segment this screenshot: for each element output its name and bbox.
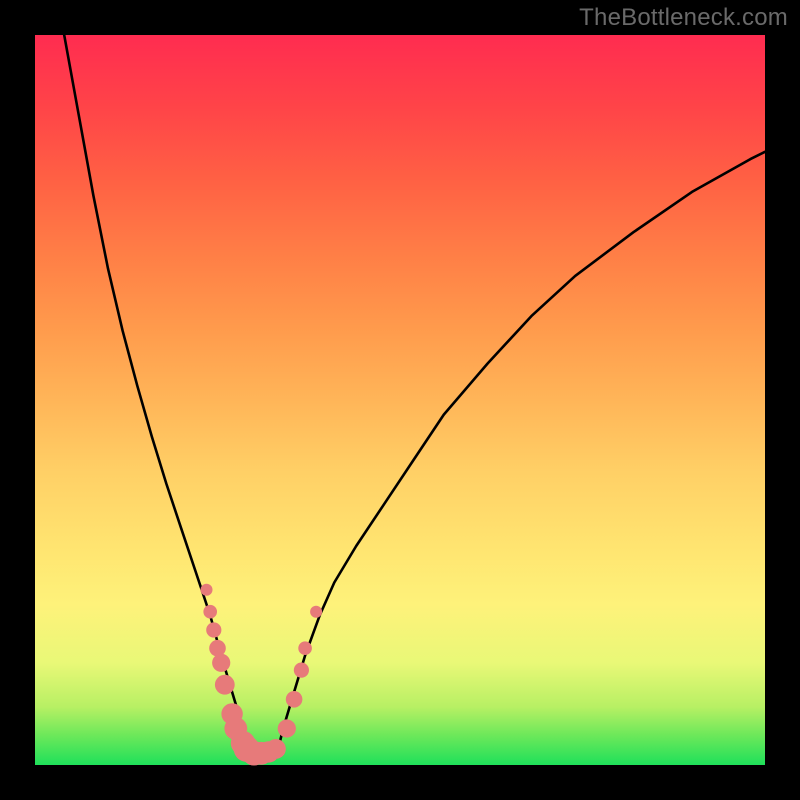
chart-plot-area (35, 35, 765, 765)
marker-dot (294, 663, 309, 678)
marker-dot (310, 606, 322, 618)
marker-dot (298, 641, 312, 655)
chart-frame: TheBottleneck.com (0, 0, 800, 800)
marker-dot (201, 584, 213, 596)
chart-markers (201, 584, 323, 766)
marker-dot (215, 675, 235, 695)
marker-dot (266, 739, 286, 759)
marker-dot (278, 719, 296, 737)
chart-curve (64, 35, 765, 758)
curve-right-branch (276, 152, 765, 758)
marker-dot (286, 691, 303, 708)
chart-svg (35, 35, 765, 765)
marker-dot (203, 605, 217, 619)
watermark-text: TheBottleneck.com (579, 4, 788, 32)
marker-dot (212, 654, 230, 672)
marker-dot (206, 622, 221, 637)
